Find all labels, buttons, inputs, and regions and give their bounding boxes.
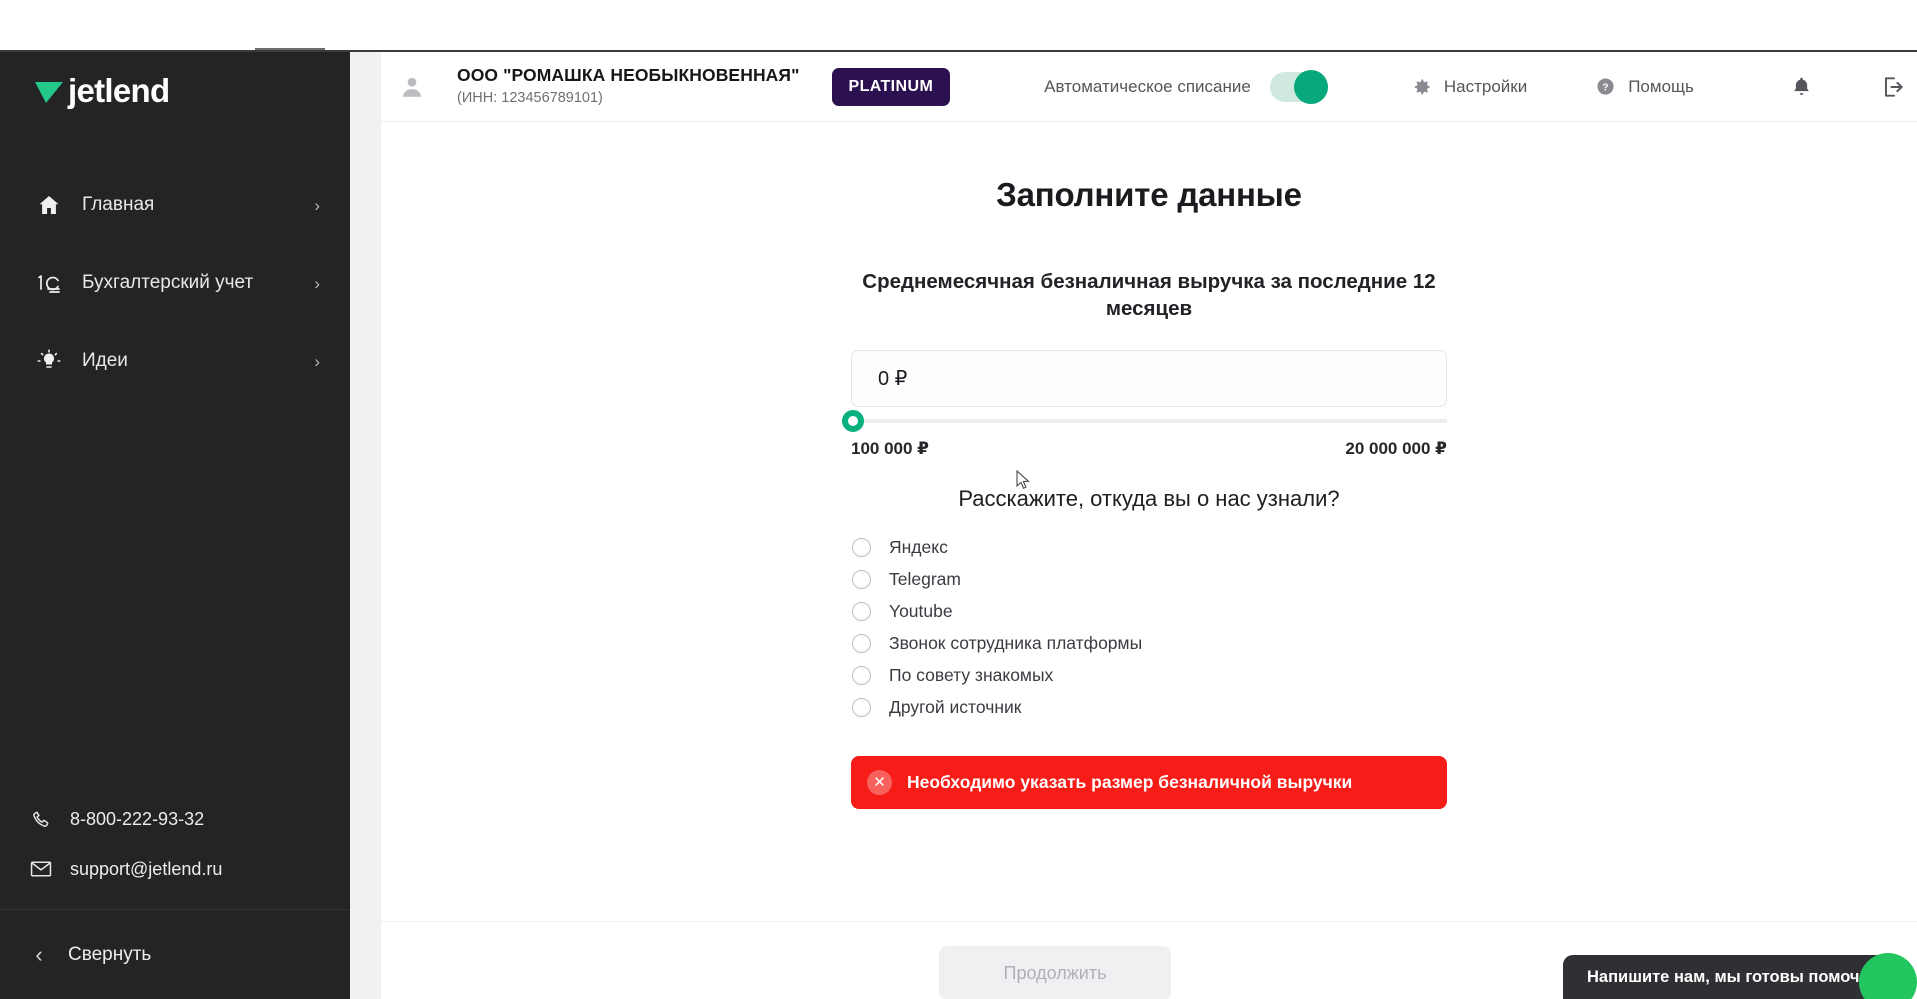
error-close-icon[interactable]: ✕: [867, 769, 892, 795]
revenue-slider-max-label: 20 000 000 ₽: [1345, 438, 1447, 458]
radio-indicator[interactable]: [852, 634, 871, 654]
sidebar-item-ideas-label: Идеи: [82, 350, 128, 371]
sidebar-item-accounting-label: Бухгалтерский учет: [82, 272, 254, 293]
app-logo-text: jetlend: [68, 72, 170, 109]
sidebar-item-ideas[interactable]: Идеи ›: [0, 322, 350, 400]
jetlend-triangle-icon: [35, 81, 63, 103]
autodebit-control: Автоматическое списание: [1044, 69, 1328, 104]
form-area: Среднемесячная безналичная выручка за по…: [842, 268, 1447, 809]
chat-message-text: Напишите нам, мы готовы помочь.: [1587, 967, 1875, 986]
autodebit-label: Автоматическое списание: [1044, 76, 1251, 96]
revenue-field-label: Среднемесячная безналичная выручка за по…: [862, 270, 1436, 321]
radio-option-label: Другой источник: [889, 697, 1022, 718]
radio-option-label: Яндекс: [889, 537, 948, 558]
chat-widget: Напишите нам, мы готовы помочь.: [1563, 953, 1917, 999]
radio-option-platform-call[interactable]: Звонок сотрудника платформы: [852, 628, 1447, 660]
radio-option-label: По совету знакомых: [889, 665, 1054, 686]
radio-indicator[interactable]: [852, 570, 871, 590]
company-info[interactable]: ООО "РОМАШКА НЕОБЫКНОВЕННАЯ" (ИНН: 12345…: [457, 65, 800, 108]
app-screen: jetlend Главная › Бухгалтерский учет › И…: [0, 0, 1917, 999]
revenue-slider-bounds: 100 000 ₽ 20 000 000 ₽: [851, 439, 1447, 459]
company-name: ООО "РОМАШКА НЕОБЫКНОВЕННАЯ": [457, 65, 800, 86]
contact-phone[interactable]: 8-800-222-93-32: [28, 794, 328, 844]
help-label: Помощь: [1628, 76, 1694, 96]
radio-option-yandex[interactable]: Яндекс: [852, 532, 1447, 564]
company-inn: (ИНН: 123456789101): [457, 90, 603, 107]
browser-chrome-strip: [0, 0, 1917, 52]
phone-icon: [28, 809, 54, 830]
contact-phone-label: 8-800-222-93-32: [70, 808, 205, 829]
radio-option-youtube[interactable]: Youtube: [852, 596, 1447, 628]
svg-text:?: ?: [1603, 82, 1609, 93]
sidebar-collapse-button[interactable]: ‹ Свернуть: [0, 910, 350, 999]
revenue-amount-input[interactable]: 0 ₽: [851, 349, 1447, 407]
sidebar-rail: [350, 52, 381, 999]
topbar: ООО "РОМАШКА НЕОБЫКНОВЕННАЯ" (ИНН: 12345…: [381, 52, 1917, 122]
help-link[interactable]: ? Помощь: [1595, 76, 1694, 97]
sidebar-item-accounting[interactable]: Бухгалтерский учет ›: [0, 244, 350, 322]
radio-option-label: Telegram: [889, 569, 961, 590]
revenue-slider-track[interactable]: [851, 418, 1447, 423]
sidebar-nav: Главная › Бухгалтерский учет › Идеи ›: [0, 166, 350, 400]
referral-question: Расскажите, откуда вы о нас узнали?: [958, 485, 1340, 511]
chat-message-bubble[interactable]: Напишите нам, мы готовы помочь.: [1563, 955, 1889, 999]
chat-launcher-icon[interactable]: [1859, 953, 1917, 999]
page-title: Заполните данные: [996, 176, 1302, 213]
revenue-amount-value: 0 ₽: [878, 367, 908, 390]
main-content: Заполните данные Среднемесячная безналич…: [381, 122, 1917, 921]
topbar-icon-group: [1769, 74, 1917, 100]
gear-icon: [1412, 77, 1432, 97]
referral-options: Яндекс Telegram Youtube Звонок сотрудник…: [851, 532, 1447, 724]
mail-icon: [28, 860, 54, 878]
logout-icon[interactable]: [1861, 74, 1917, 100]
status-badge[interactable]: PLATINUM: [831, 67, 951, 106]
settings-link[interactable]: Настройки: [1412, 77, 1527, 97]
revenue-slider-min-label: 100 000 ₽: [851, 438, 930, 458]
question-circle-icon: ?: [1595, 76, 1616, 97]
chevron-right-icon: ›: [314, 273, 320, 293]
user-avatar-icon[interactable]: [394, 74, 430, 100]
radio-indicator[interactable]: [852, 698, 871, 718]
radio-option-label: Youtube: [889, 601, 953, 622]
sidebar-item-main-label: Главная: [82, 194, 155, 215]
app-logo[interactable]: jetlend: [34, 72, 170, 109]
radio-option-telegram[interactable]: Telegram: [852, 564, 1447, 596]
contact-email[interactable]: support@jetlend.ru: [28, 844, 328, 894]
sidebar: jetlend Главная › Бухгалтерский учет › И…: [0, 52, 350, 999]
radio-indicator[interactable]: [852, 666, 871, 686]
bell-icon[interactable]: [1769, 75, 1833, 99]
continue-button[interactable]: Продолжить: [939, 946, 1171, 999]
1c-accounting-icon: [34, 273, 64, 293]
revenue-slider[interactable]: [842, 409, 1447, 432]
radio-option-label: Звонок сотрудника платформы: [889, 633, 1143, 654]
chevron-right-icon: ›: [314, 351, 320, 371]
settings-label: Настройки: [1443, 76, 1528, 96]
radio-indicator[interactable]: [852, 602, 871, 622]
sidebar-contacts: 8-800-222-93-32 support@jetlend.ru: [28, 794, 328, 894]
home-icon: [34, 193, 64, 217]
radio-option-other[interactable]: Другой источник: [852, 692, 1447, 724]
autodebit-toggle-knob: [1293, 69, 1328, 104]
radio-option-recommendation[interactable]: По совету знакомых: [852, 660, 1447, 692]
autodebit-toggle[interactable]: [1269, 69, 1328, 104]
chevron-left-icon: ‹: [35, 941, 43, 967]
contact-email-label: support@jetlend.ru: [70, 858, 223, 879]
error-banner-text: Необходимо указать размер безналичной вы…: [907, 771, 1353, 792]
revenue-slider-handle[interactable]: [842, 409, 864, 432]
sidebar-item-main[interactable]: Главная ›: [0, 166, 350, 244]
lightbulb-icon: [34, 349, 64, 373]
sidebar-collapse-label: Свернуть: [68, 943, 152, 965]
error-banner: ✕ Необходимо указать размер безналичной …: [851, 755, 1447, 809]
chevron-right-icon: ›: [314, 195, 320, 215]
radio-indicator[interactable]: [852, 538, 871, 558]
